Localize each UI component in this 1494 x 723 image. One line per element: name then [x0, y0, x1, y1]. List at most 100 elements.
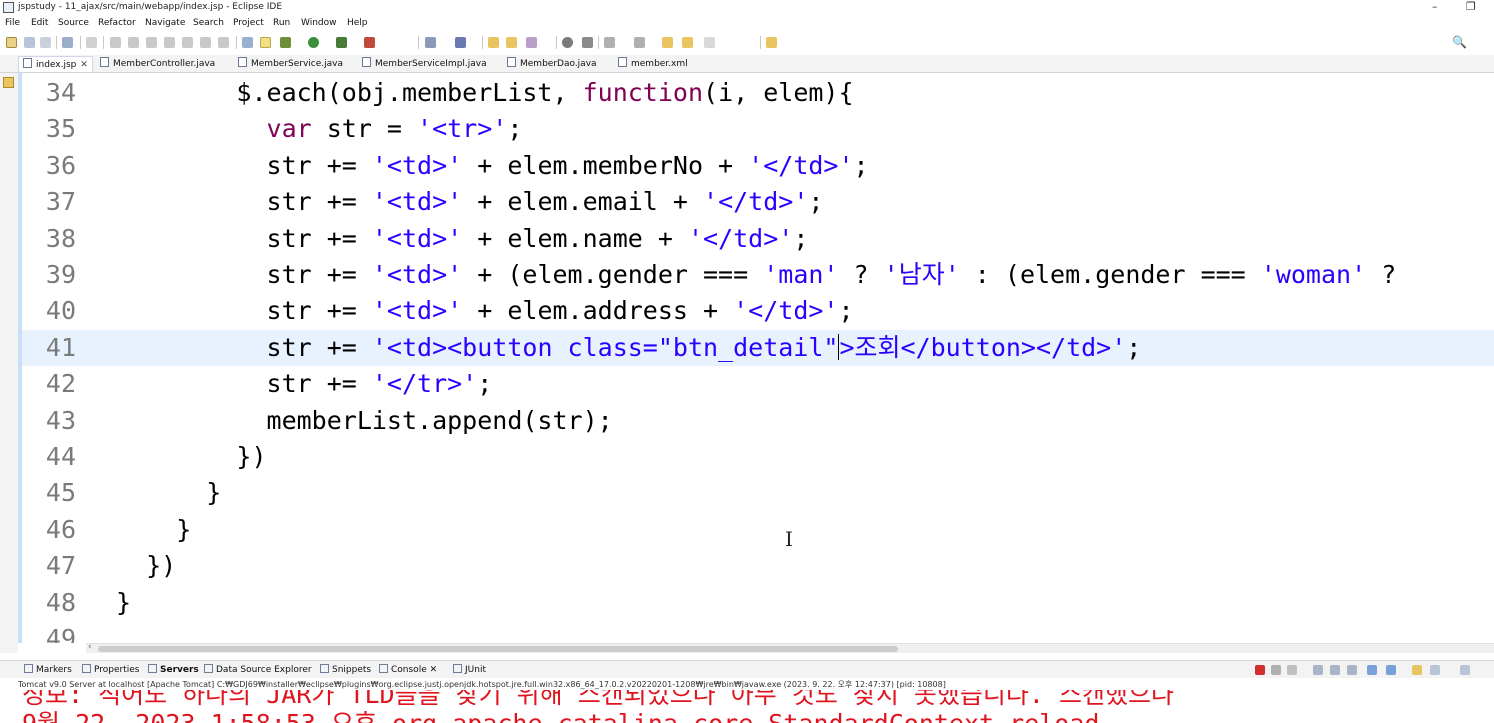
step-return-icon[interactable]: [218, 37, 229, 48]
tab-member-xml[interactable]: member.xml: [614, 56, 688, 72]
new-class-icon[interactable]: [455, 37, 466, 48]
external-tools-icon[interactable]: [364, 37, 375, 48]
code-line[interactable]: 35 var str = '<tr>';: [22, 111, 1494, 147]
scrollbar-thumb[interactable]: [98, 646, 898, 652]
new-server-icon[interactable]: [425, 37, 436, 48]
pin-console-icon[interactable]: [1412, 665, 1422, 675]
code-text[interactable]: str += '</tr>';: [116, 366, 493, 402]
code-line[interactable]: 48}: [22, 585, 1494, 621]
minimize-button[interactable]: –: [1432, 0, 1438, 13]
editor-horizontal-scrollbar[interactable]: ‹: [86, 642, 1494, 653]
suspend-icon[interactable]: [128, 37, 139, 48]
save-all-icon[interactable]: [40, 37, 51, 48]
new-icon[interactable]: [6, 37, 17, 48]
code-text[interactable]: str += '<td><button class="btn_detail">조…: [116, 330, 1142, 366]
highlight-icon[interactable]: [260, 37, 271, 48]
tab-index-jsp[interactable]: index.jsp ✕: [18, 56, 93, 72]
open-console-icon[interactable]: [1460, 665, 1470, 675]
code-line[interactable]: 41 str += '<td><button class="btn_detail…: [22, 329, 1494, 367]
menu-edit[interactable]: Edit: [31, 17, 48, 29]
coverage-icon[interactable]: [336, 37, 347, 48]
menu-source[interactable]: Source: [58, 17, 89, 29]
tab-junit[interactable]: JUnit: [453, 663, 486, 677]
code-line[interactable]: 44 }): [22, 439, 1494, 475]
tab-console[interactable]: Console ✕: [379, 663, 437, 677]
terminal-icon[interactable]: [62, 37, 73, 48]
menu-file[interactable]: File: [5, 17, 20, 29]
console-output[interactable]: 정보: 적어도 하나의 JAR가 TLD들을 찾기 위해 스캔되었으나 아무 것…: [0, 690, 1494, 723]
menu-search[interactable]: Search: [193, 17, 224, 29]
code-line[interactable]: 45 }: [22, 475, 1494, 511]
annotation-icon[interactable]: [562, 37, 573, 48]
show-on-stderr-icon[interactable]: [1386, 665, 1396, 675]
clear-console-icon[interactable]: [1313, 665, 1323, 675]
open-type-icon[interactable]: [488, 37, 499, 48]
skip-breakpoints-icon[interactable]: [86, 37, 97, 48]
tab-snippets[interactable]: Snippets: [320, 663, 371, 677]
open-resource-icon[interactable]: [506, 37, 517, 48]
step-into-icon[interactable]: [182, 37, 193, 48]
menu-project[interactable]: Project: [233, 17, 264, 29]
code-line[interactable]: 49: [22, 621, 1494, 643]
code-line[interactable]: 36 str += '<td>' + elem.memberNo + '</td…: [22, 148, 1494, 184]
next-annotation-icon[interactable]: [604, 37, 615, 48]
code-text[interactable]: str += '<td>' + elem.address + '</td>';: [116, 293, 854, 329]
scroll-lock-icon[interactable]: [1330, 665, 1340, 675]
tab-member-service[interactable]: MemberService.java: [234, 56, 343, 72]
code-line[interactable]: 42 str += '</tr>';: [22, 366, 1494, 402]
code-text[interactable]: str += '<td>' + elem.name + '</td>';: [116, 221, 809, 257]
code-line[interactable]: 43 memberList.append(str);: [22, 403, 1494, 439]
resume-icon[interactable]: [110, 37, 121, 48]
tab-member-controller[interactable]: MemberController.java: [96, 56, 215, 72]
step-over-icon[interactable]: [200, 37, 211, 48]
tab-member-service-impl[interactable]: MemberServiceImpl.java: [358, 56, 487, 72]
back-icon[interactable]: [682, 37, 693, 48]
toggle-mark-icon[interactable]: [582, 37, 593, 48]
tab-data-source-explorer[interactable]: Data Source Explorer: [204, 663, 312, 677]
code-text[interactable]: }: [116, 475, 221, 511]
menu-help[interactable]: Help: [347, 17, 368, 29]
remove-all-icon[interactable]: [1287, 665, 1297, 675]
close-icon[interactable]: ✕: [430, 665, 438, 675]
scroll-left-arrow-icon[interactable]: ‹: [88, 642, 92, 652]
close-icon[interactable]: ✕: [80, 60, 88, 70]
show-on-stdout-icon[interactable]: [1367, 665, 1377, 675]
code-text[interactable]: }): [116, 548, 176, 584]
search-tool-icon[interactable]: [526, 37, 537, 48]
tab-properties[interactable]: Properties: [82, 663, 139, 677]
menu-run[interactable]: Run: [273, 17, 290, 29]
debug-icon[interactable]: [280, 37, 291, 48]
tab-servers[interactable]: Servers: [148, 663, 199, 677]
menu-refactor[interactable]: Refactor: [98, 17, 136, 29]
tab-member-dao[interactable]: MemberDao.java: [503, 56, 597, 72]
code-text[interactable]: memberList.append(str);: [116, 403, 613, 439]
remove-launch-icon[interactable]: [1271, 665, 1281, 675]
menu-window[interactable]: Window: [301, 17, 337, 29]
code-text[interactable]: }): [116, 439, 266, 475]
code-text[interactable]: $.each(obj.memberList, function(i, elem)…: [116, 75, 853, 111]
save-icon[interactable]: [24, 37, 35, 48]
tab-markers[interactable]: Markers: [24, 663, 72, 677]
code-line[interactable]: 37 str += '<td>' + elem.email + '</td>';: [22, 184, 1494, 220]
code-text[interactable]: }: [116, 585, 131, 621]
display-console-icon[interactable]: [1430, 665, 1440, 675]
code-line[interactable]: 38 str += '<td>' + elem.name + '</td>';: [22, 221, 1494, 257]
search-icon[interactable]: 🔍: [1452, 35, 1467, 49]
prev-annotation-icon[interactable]: [634, 37, 645, 48]
terminate-console-icon[interactable]: [1255, 665, 1265, 675]
code-line[interactable]: 34 $.each(obj.memberList, function(i, el…: [22, 75, 1494, 111]
terminate-icon[interactable]: [146, 37, 157, 48]
code-text[interactable]: str += '<td>' + (elem.gender === 'man' ?…: [116, 257, 1411, 293]
code-line[interactable]: 46 }: [22, 512, 1494, 548]
format-icon[interactable]: [242, 37, 253, 48]
code-line[interactable]: 40 str += '<td>' + elem.address + '</td>…: [22, 293, 1494, 329]
pin-editor-icon[interactable]: [766, 37, 777, 48]
code-text[interactable]: str += '<td>' + elem.memberNo + '</td>';: [116, 148, 869, 184]
menu-navigate[interactable]: Navigate: [145, 17, 185, 29]
code-text[interactable]: var str = '<tr>';: [116, 111, 523, 147]
word-wrap-icon[interactable]: [1347, 665, 1357, 675]
restore-button[interactable]: ❐: [1466, 0, 1476, 13]
last-edit-icon[interactable]: [662, 37, 673, 48]
code-line[interactable]: 47 }): [22, 548, 1494, 584]
run-icon[interactable]: [308, 37, 319, 48]
